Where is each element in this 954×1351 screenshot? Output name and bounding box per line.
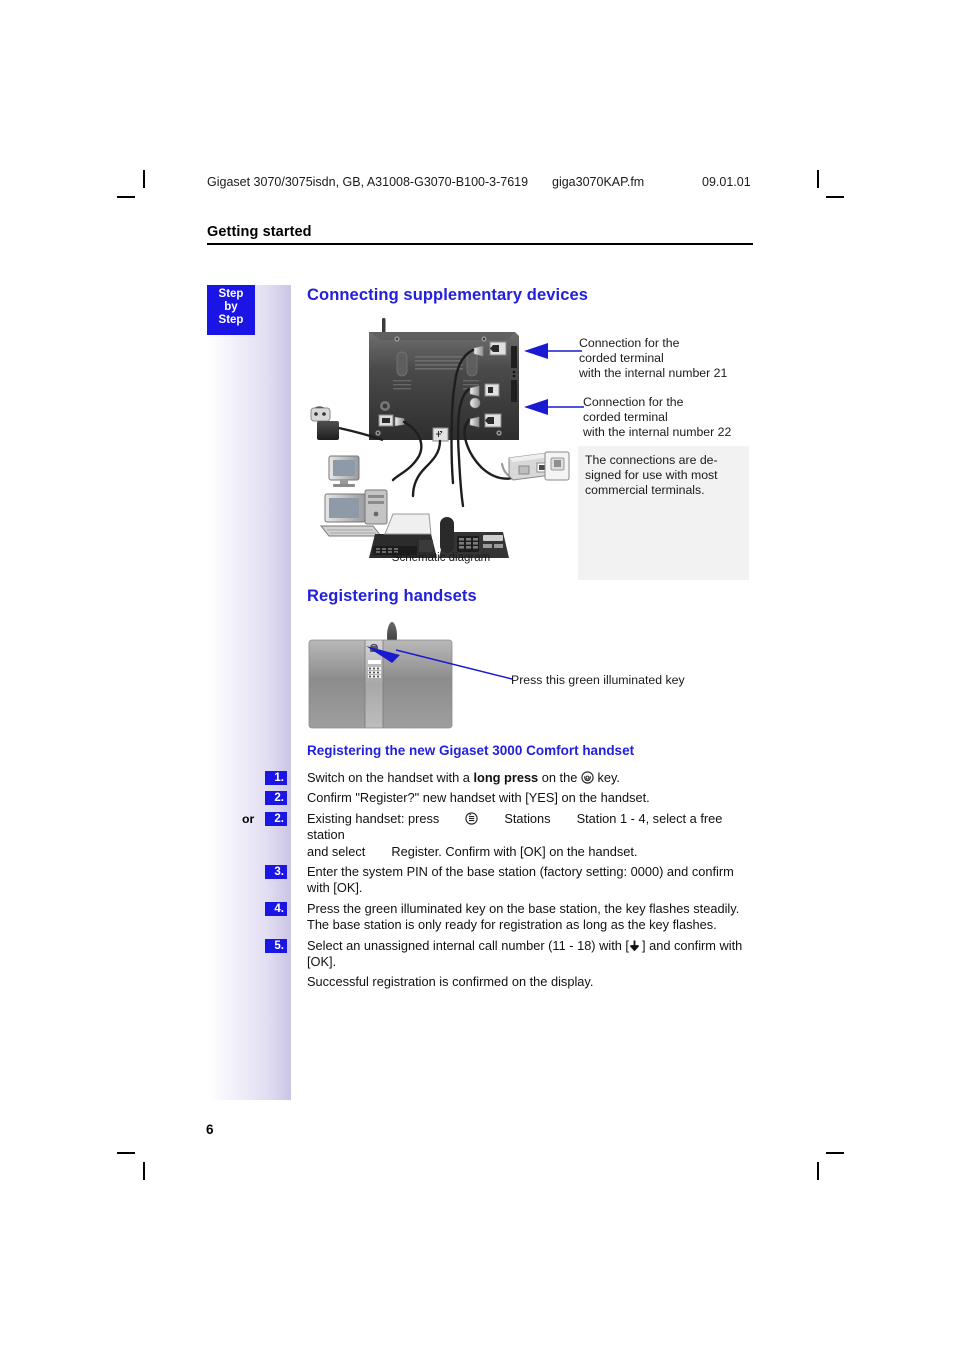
crop-mark-top-right-horizontal <box>826 196 844 198</box>
chapter-rule <box>207 243 753 245</box>
callout2-line3: with the internal number 22 <box>583 425 732 440</box>
crop-mark-bottom-left-horizontal <box>117 1152 135 1154</box>
base-station-key-pointer <box>366 641 514 681</box>
step-text: Press the green illuminated key on the b… <box>307 901 753 934</box>
step-closing-note: Successful registration is confirmed on … <box>207 974 753 990</box>
down-arrow-icon <box>629 939 642 952</box>
step5-part-a: Select an unassigned internal call numbe… <box>307 937 629 953</box>
steps-list: 1. Switch on the handset with a long pre… <box>207 770 753 995</box>
step1-part-d: key. <box>593 770 620 785</box>
step1-part-a: Switch on the handset with a <box>307 770 474 785</box>
crop-mark-bottom-left-vertical <box>143 1162 145 1180</box>
phone-hangup-key-icon <box>581 771 594 784</box>
menu-key-icon <box>465 812 478 825</box>
crop-mark-bottom-right-vertical <box>817 1162 819 1180</box>
step-text: Confirm "Register?" new handset with [YE… <box>307 790 650 806</box>
step-number-chip: 5. <box>265 938 287 953</box>
manual-page: Gigaset 3070/3075isdn, GB, A31008-G3070-… <box>0 0 954 1351</box>
step-text: Select an unassigned internal call numbe… <box>307 938 753 971</box>
step-number-chip: 1. <box>265 771 287 785</box>
note-line1: The connections are de- <box>585 453 718 467</box>
step2b-part-b: Stations <box>504 810 551 826</box>
step1-part-c: on the <box>538 770 581 785</box>
chapter-title: Getting started <box>207 224 312 240</box>
section-heading-registering: Registering handsets <box>307 587 477 605</box>
callout1-line1: Connection for the <box>579 336 680 350</box>
step5-part-c: [OK]. <box>307 954 337 970</box>
note-box: The connections are de- signed for use w… <box>578 446 749 580</box>
callout2-line1: Connection for the <box>583 395 684 409</box>
step-number-chip: 3. <box>265 865 287 880</box>
schematic-caption: Schematic diagram <box>391 552 491 564</box>
step-number-chip: 4. <box>265 901 287 916</box>
closing-text: Successful registration is confirmed on … <box>307 974 594 990</box>
step4-line1: Press the green illuminated key on the b… <box>307 900 740 916</box>
note-line2: signed for use with most <box>585 468 718 483</box>
running-header: Gigaset 3070/3075isdn, GB, A31008-G3070-… <box>207 175 807 191</box>
step-tab-line2: by <box>224 300 238 313</box>
callout1-line3: with the internal number 21 <box>579 366 728 381</box>
step-tab-line3: Step <box>218 313 244 326</box>
step-tab-line1: Step <box>218 288 244 300</box>
step-item-2-alternative: or 2. Existing handset: press Stations Sta… <box>207 811 753 860</box>
callout-arrow-1 <box>524 342 584 360</box>
callout2-line2: corded terminal <box>583 410 668 425</box>
green-key-caption: Press this green illuminated key <box>511 673 685 687</box>
callout1-line2: corded terminal <box>579 351 664 366</box>
header-document-id: Gigaset 3070/3075isdn, GB, A31008-G3070-… <box>207 175 529 189</box>
step2b-part-e: Register. Confirm with [OK] on the hands… <box>391 843 638 859</box>
step3-line2: with [OK]. <box>307 880 363 896</box>
step-item-2: 2. Confirm "Register?" new handset with … <box>207 790 753 806</box>
crop-mark-bottom-right-horizontal <box>826 1152 844 1154</box>
crop-mark-top-left-vertical <box>143 170 145 188</box>
section-heading-connecting: Connecting supplementary devices <box>307 286 589 304</box>
step-text: Existing handset: press Stations Station 1… <box>307 811 753 860</box>
page-number: 6 <box>206 1122 214 1137</box>
callout-text-1: Connection for the corded terminal with … <box>579 336 727 382</box>
crop-mark-top-left-horizontal <box>117 196 135 198</box>
step-number-chip: 2. <box>265 791 287 806</box>
step-text: Enter the system PIN of the base station… <box>307 864 753 897</box>
callout-arrow-2 <box>524 398 586 416</box>
step-number-chip: 2. <box>265 811 287 826</box>
step2b-part-d: and select <box>307 843 366 859</box>
crop-mark-top-right-vertical <box>817 170 819 188</box>
subheading-registering-comfort-handset: Registering the new Gigaset 3000 Comfort… <box>307 743 635 758</box>
step2b-part-a: Existing handset: press <box>307 810 440 826</box>
step-item-4: 4. Press the green illuminated key on th… <box>207 901 753 934</box>
step3-line1: Enter the system PIN of the base station… <box>307 864 734 880</box>
step5-part-b: ] and confirm with <box>642 937 743 953</box>
step-item-5: 5. Select an unassigned internal call nu… <box>207 938 753 971</box>
step4-line2: The base station is only ready for regis… <box>307 917 717 933</box>
step-item-3: 3. Enter the system PIN of the base stat… <box>207 864 753 897</box>
step-by-step-tab: Step by Step <box>207 285 255 335</box>
step-item-1: 1. Switch on the handset with a long pre… <box>207 770 753 786</box>
header-date: 09.01.01 <box>702 175 751 189</box>
step-text: Switch on the handset with a long press … <box>307 770 753 786</box>
header-filename: giga3070KAP.fm <box>552 175 645 189</box>
step1-bold: long press <box>473 770 539 785</box>
or-label: or <box>242 811 255 826</box>
note-line3: commercial terminals. <box>585 483 705 498</box>
callout-text-2: Connection for the corded terminal with … <box>583 395 731 441</box>
